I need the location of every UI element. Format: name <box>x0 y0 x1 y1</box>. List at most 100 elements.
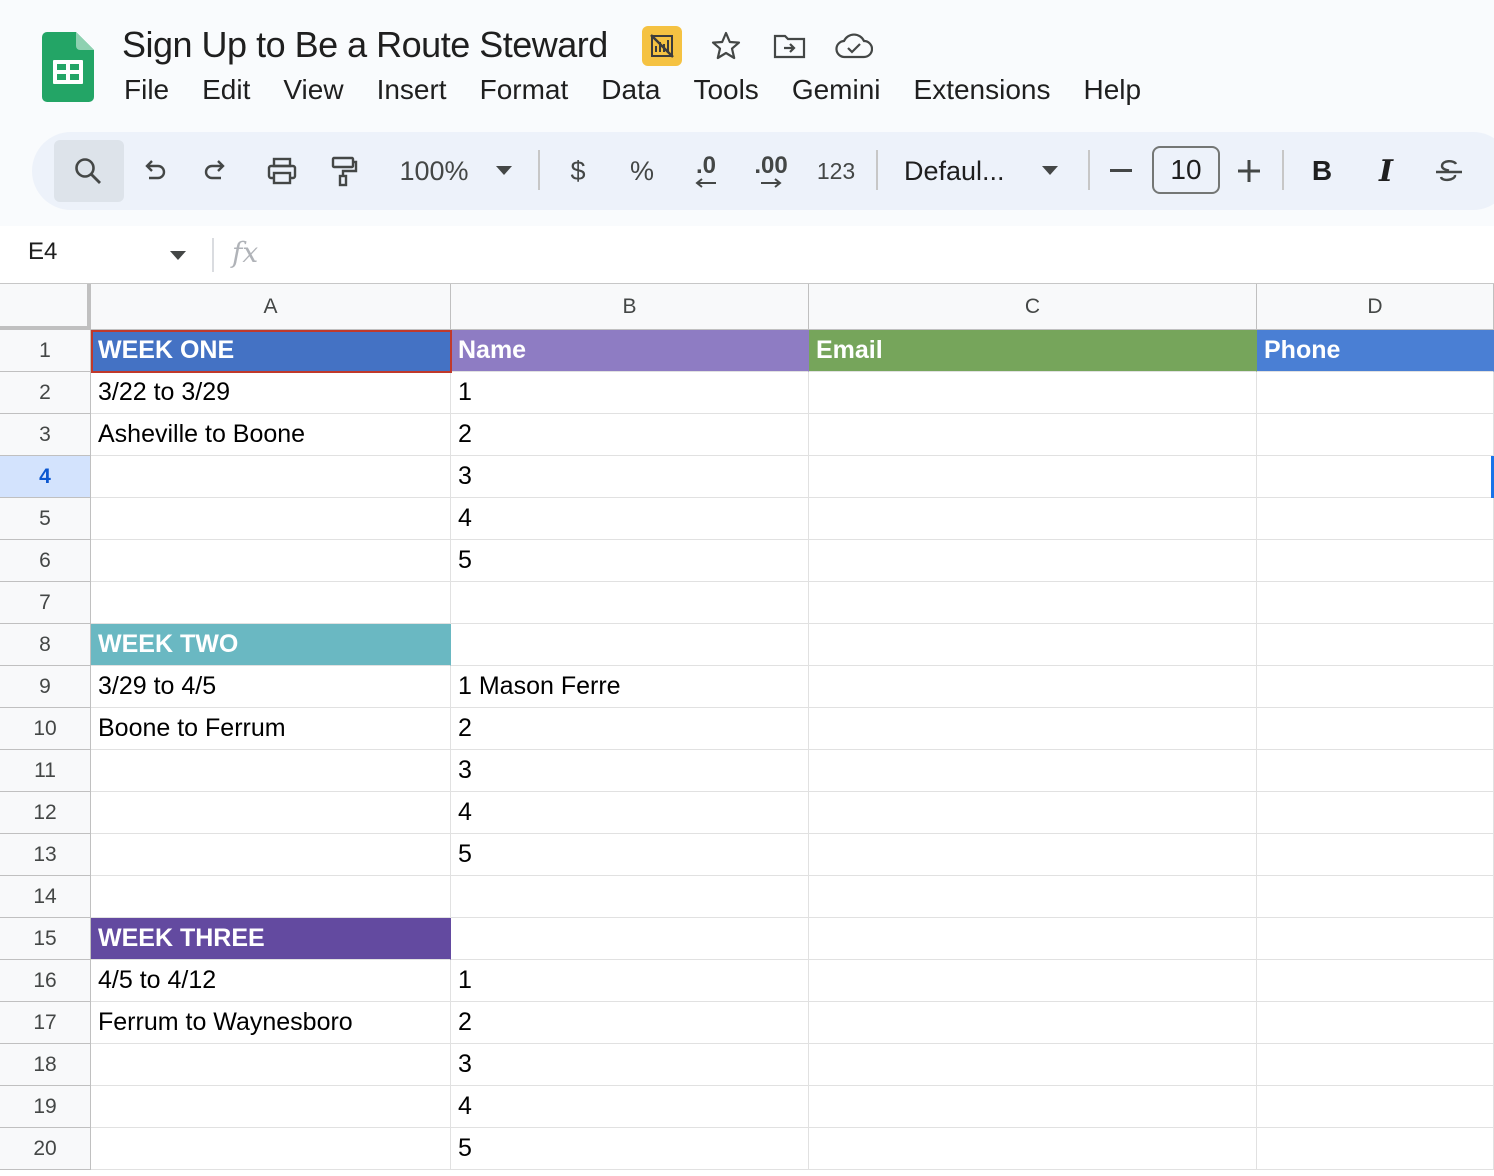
cell-b13[interactable]: 5 <box>451 834 809 876</box>
cell-b18[interactable]: 3 <box>451 1044 809 1086</box>
increase-decimal-button[interactable]: .00 <box>748 132 794 210</box>
cell-d14[interactable] <box>1257 876 1494 918</box>
row-header[interactable]: 20 <box>0 1128 91 1170</box>
cell-a19[interactable] <box>91 1086 451 1128</box>
strikethrough-icon[interactable] <box>1430 132 1468 210</box>
cell-a4[interactable] <box>91 456 451 498</box>
cell-a6[interactable] <box>91 540 451 582</box>
row-header[interactable]: 2 <box>0 372 91 414</box>
cell-b7[interactable] <box>451 582 809 624</box>
cell-c7[interactable] <box>809 582 1257 624</box>
cell-a18[interactable] <box>91 1044 451 1086</box>
cell-d2[interactable] <box>1257 372 1494 414</box>
cell-b14[interactable] <box>451 876 809 918</box>
column-header-c[interactable]: C <box>809 284 1257 330</box>
cell-c3[interactable] <box>809 414 1257 456</box>
row-header[interactable]: 5 <box>0 498 91 540</box>
cloud-saved-icon[interactable] <box>834 26 874 66</box>
cell-b19[interactable]: 4 <box>451 1086 809 1128</box>
cell-b9[interactable]: 1 Mason Ferre <box>451 666 809 708</box>
cell-d20[interactable] <box>1257 1128 1494 1170</box>
cell-d5[interactable] <box>1257 498 1494 540</box>
cell-c14[interactable] <box>809 876 1257 918</box>
print-icon[interactable] <box>262 132 302 210</box>
row-header[interactable]: 8 <box>0 624 91 666</box>
cell-b12[interactable]: 4 <box>451 792 809 834</box>
cell-d12[interactable] <box>1257 792 1494 834</box>
redo-icon[interactable] <box>198 132 234 210</box>
row-header[interactable]: 19 <box>0 1086 91 1128</box>
row-header[interactable]: 13 <box>0 834 91 876</box>
cell-c11[interactable] <box>809 750 1257 792</box>
menu-help[interactable]: Help <box>1083 74 1141 106</box>
cell-b6[interactable]: 5 <box>451 540 809 582</box>
cell-c19[interactable] <box>809 1086 1257 1128</box>
cell-b1[interactable]: Name <box>451 330 809 372</box>
zoom-select[interactable]: 100% <box>392 132 476 210</box>
cell-a3[interactable]: Asheville to Boone <box>91 414 451 456</box>
row-header[interactable]: 4 <box>0 456 91 498</box>
cell-d1[interactable]: Phone <box>1257 330 1494 372</box>
cell-d18[interactable] <box>1257 1044 1494 1086</box>
cell-c5[interactable] <box>809 498 1257 540</box>
cell-a14[interactable] <box>91 876 451 918</box>
menu-view[interactable]: View <box>283 74 343 106</box>
cell-d11[interactable] <box>1257 750 1494 792</box>
cell-b5[interactable]: 4 <box>451 498 809 540</box>
row-header[interactable]: 6 <box>0 540 91 582</box>
zoom-dropdown-icon[interactable] <box>490 132 518 210</box>
cell-d15[interactable] <box>1257 918 1494 960</box>
cell-b15[interactable] <box>451 918 809 960</box>
cell-a7[interactable] <box>91 582 451 624</box>
cell-a10[interactable]: Boone to Ferrum <box>91 708 451 750</box>
cell-b11[interactable]: 3 <box>451 750 809 792</box>
column-header-a[interactable]: A <box>91 284 451 330</box>
menu-file[interactable]: File <box>124 74 169 106</box>
row-header[interactable]: 3 <box>0 414 91 456</box>
row-header[interactable]: 16 <box>0 960 91 1002</box>
cell-a20[interactable] <box>91 1128 451 1170</box>
document-title[interactable]: Sign Up to Be a Route Steward <box>122 24 608 66</box>
cell-b8[interactable] <box>451 624 809 666</box>
search-icon[interactable] <box>66 132 110 210</box>
cell-a13[interactable] <box>91 834 451 876</box>
increase-font-size-icon[interactable] <box>1234 132 1264 210</box>
font-dropdown-icon[interactable] <box>1036 132 1064 210</box>
cell-b16[interactable]: 1 <box>451 960 809 1002</box>
menu-tools[interactable]: Tools <box>693 74 758 106</box>
font-size-input[interactable]: 10 <box>1152 146 1220 194</box>
cell-a17[interactable]: Ferrum to Waynesboro <box>91 1002 451 1044</box>
menu-edit[interactable]: Edit <box>202 74 250 106</box>
row-header[interactable]: 12 <box>0 792 91 834</box>
cell-d8[interactable] <box>1257 624 1494 666</box>
cell-c17[interactable] <box>809 1002 1257 1044</box>
cell-d6[interactable] <box>1257 540 1494 582</box>
decrease-decimal-button[interactable]: .0 <box>684 132 728 210</box>
menu-insert[interactable]: Insert <box>377 74 447 106</box>
row-header[interactable]: 14 <box>0 876 91 918</box>
cell-d4[interactable] <box>1257 456 1494 498</box>
cell-c10[interactable] <box>809 708 1257 750</box>
name-box[interactable]: E4 <box>28 238 57 266</box>
cell-d13[interactable] <box>1257 834 1494 876</box>
cell-d7[interactable] <box>1257 582 1494 624</box>
row-header[interactable]: 15 <box>0 918 91 960</box>
cell-d10[interactable] <box>1257 708 1494 750</box>
decrease-font-size-icon[interactable] <box>1106 132 1136 210</box>
sheets-logo-icon[interactable] <box>42 32 94 102</box>
star-icon[interactable] <box>706 26 746 66</box>
select-all-corner[interactable] <box>0 284 91 330</box>
font-select[interactable]: Defaul... <box>904 132 1016 210</box>
menu-gemini[interactable]: Gemini <box>792 74 881 106</box>
menu-format[interactable]: Format <box>480 74 569 106</box>
cell-c8[interactable] <box>809 624 1257 666</box>
cell-c6[interactable] <box>809 540 1257 582</box>
cell-a9[interactable]: 3/29 to 4/5 <box>91 666 451 708</box>
menu-data[interactable]: Data <box>601 74 660 106</box>
cell-a5[interactable] <box>91 498 451 540</box>
row-header[interactable]: 1 <box>0 330 91 372</box>
column-header-b[interactable]: B <box>451 284 809 330</box>
cell-a8[interactable]: WEEK TWO <box>91 624 451 666</box>
row-header[interactable]: 10 <box>0 708 91 750</box>
cell-c2[interactable] <box>809 372 1257 414</box>
